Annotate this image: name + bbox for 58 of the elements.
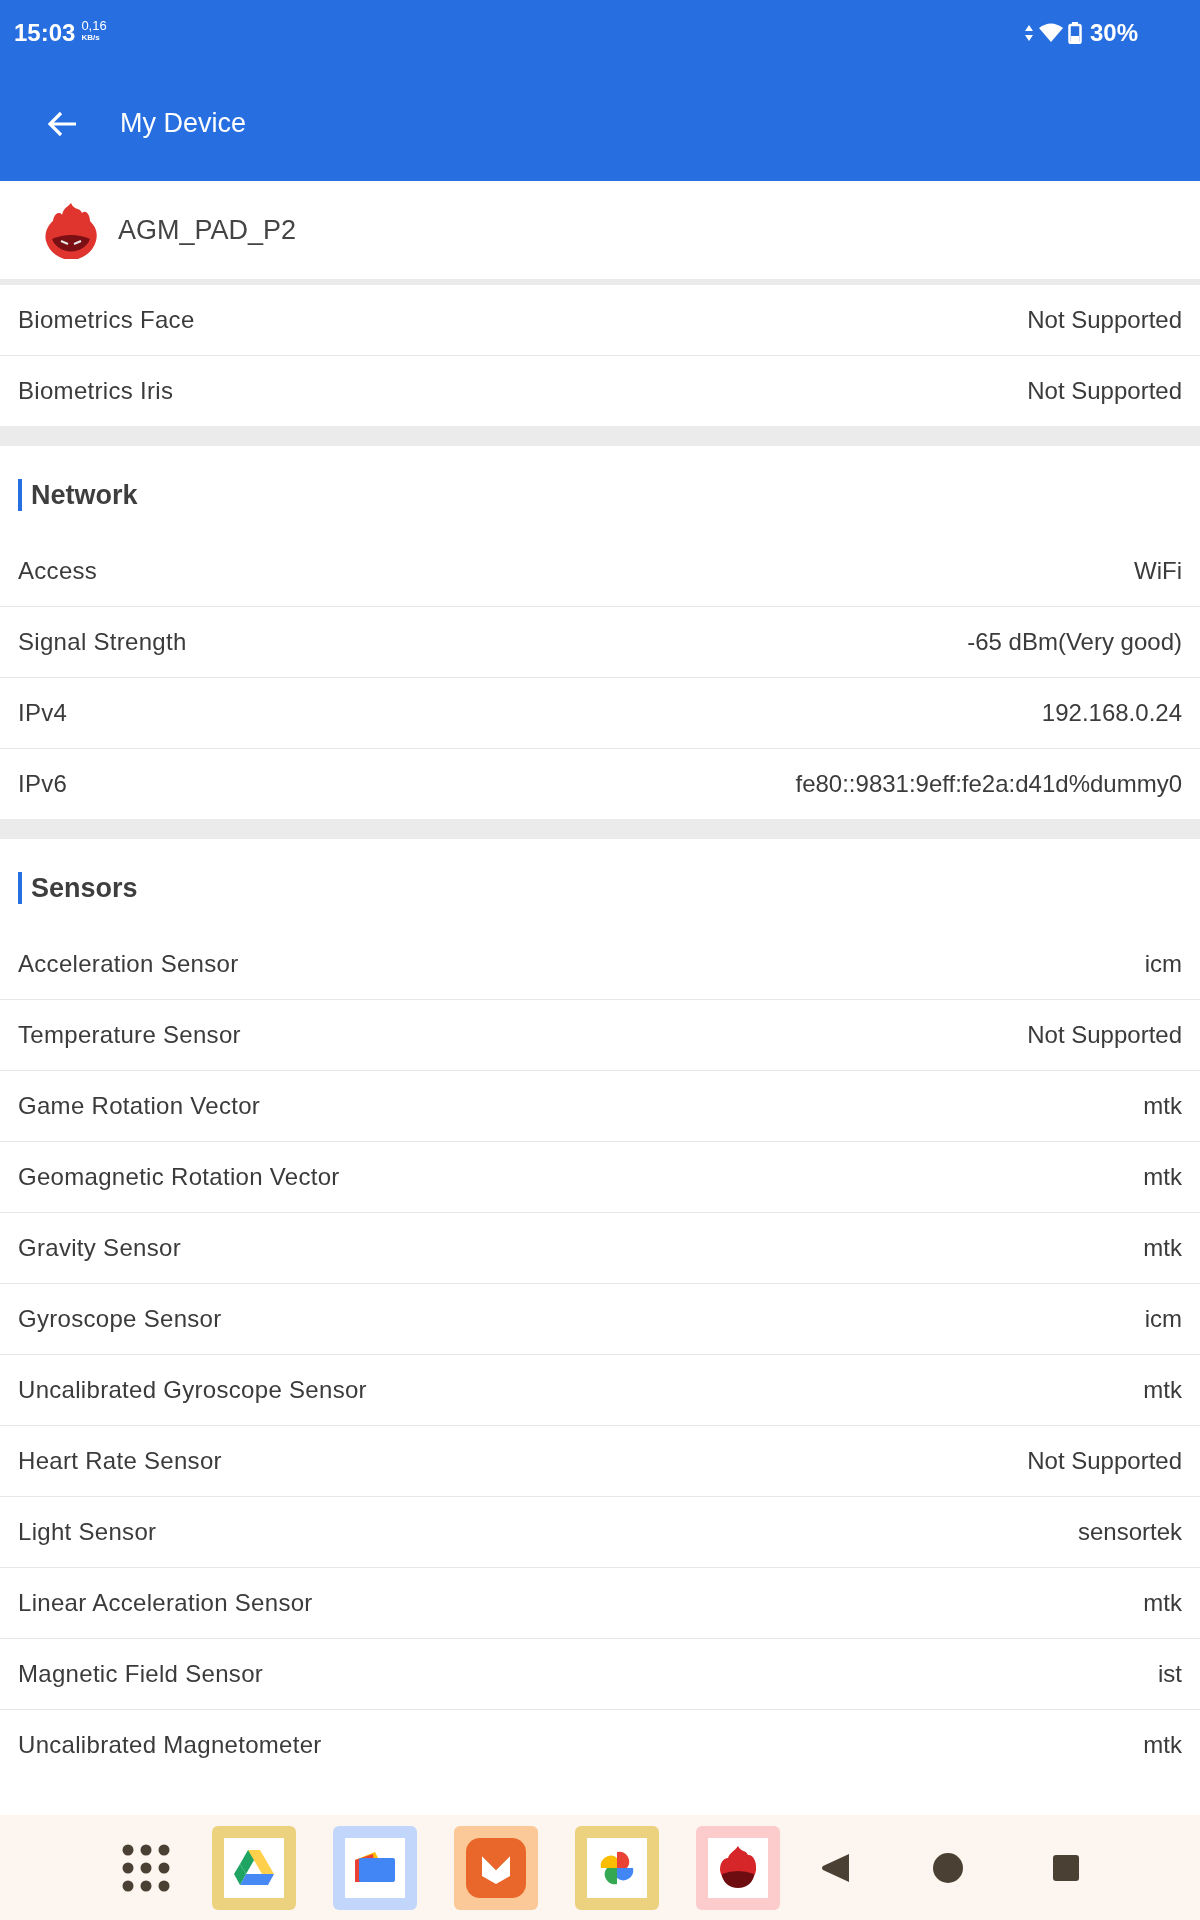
wifi-icon (1037, 23, 1064, 43)
row-value: 192.168.0.24 (1041, 699, 1182, 727)
row-label: Uncalibrated Gyroscope Sensor (18, 1376, 367, 1404)
row-label: Biometrics Face (18, 306, 195, 334)
row-label: Temperature Sensor (18, 1021, 241, 1049)
row-label: Gyroscope Sensor (18, 1305, 222, 1333)
row-label: Gravity Sensor (18, 1234, 181, 1262)
row-label: IPv6 (18, 770, 68, 798)
row-value: mtk (1143, 1234, 1182, 1262)
row-value: mtk (1143, 1731, 1182, 1759)
back-icon[interactable] (821, 1851, 851, 1884)
row-value: -65 dBm(Very good) (967, 628, 1182, 656)
battery-icon (1067, 22, 1082, 44)
home-icon[interactable] (933, 1852, 963, 1883)
row-label: Geomagnetic Rotation Vector (18, 1163, 340, 1191)
row-label: IPv4 (18, 699, 68, 727)
row-label: Acceleration Sensor (18, 950, 239, 978)
row-label: Magnetic Field Sensor (18, 1660, 264, 1688)
section-heading: Network (18, 479, 138, 511)
row-value: icm (1144, 950, 1182, 978)
folder-app-icon[interactable] (345, 1837, 405, 1898)
row-value: Not Supported (1027, 377, 1182, 405)
recents-icon[interactable] (1053, 1854, 1079, 1881)
network-speed: 0,16 (81, 18, 107, 32)
row-label: Game Rotation Vector (18, 1092, 261, 1120)
row-value: ist (1158, 1660, 1182, 1688)
toolbar-title: My Device (120, 108, 247, 139)
battery-percent: 30% (1089, 19, 1138, 47)
device-name: AGM_PAD_P2 (118, 214, 297, 246)
row-value: WiFi (1134, 557, 1182, 585)
row-label: Biometrics Iris (18, 377, 174, 405)
row-label: Uncalibrated Magnetometer (18, 1731, 322, 1759)
row-value: Not Supported (1027, 306, 1182, 334)
row-value: Not Supported (1027, 1447, 1182, 1475)
row-value: icm (1144, 1305, 1182, 1333)
row-value: Not Supported (1027, 1021, 1182, 1049)
status-time: 15:03 (14, 19, 76, 47)
row-label: Heart Rate Sensor (18, 1447, 222, 1475)
data-arrows-icon (1023, 24, 1034, 42)
row-label: Access (18, 557, 98, 585)
row-value: mtk (1143, 1376, 1182, 1404)
shield-app-icon[interactable] (466, 1837, 526, 1898)
pinwheel-app-icon[interactable] (587, 1837, 647, 1898)
flame-logo-icon (44, 201, 98, 259)
row-label: Linear Acceleration Sensor (18, 1589, 313, 1617)
row-value: mtk (1143, 1163, 1182, 1191)
row-value: sensortek (1077, 1518, 1182, 1546)
flame-app-icon[interactable] (708, 1837, 768, 1898)
row-value: mtk (1143, 1589, 1182, 1617)
row-value: fe80::9831:9eff:fe2a:d41d%dummy0 (795, 770, 1182, 798)
row-label: Light Sensor (18, 1518, 157, 1546)
section-heading: Sensors (18, 872, 138, 904)
app-grid-icon[interactable] (122, 1843, 170, 1892)
row-label: Signal Strength (18, 628, 187, 656)
triangle-app-icon[interactable] (224, 1837, 284, 1898)
speed-unit: KB/s (81, 33, 101, 42)
row-value: mtk (1143, 1092, 1182, 1120)
back-arrow-icon[interactable] (46, 109, 78, 138)
